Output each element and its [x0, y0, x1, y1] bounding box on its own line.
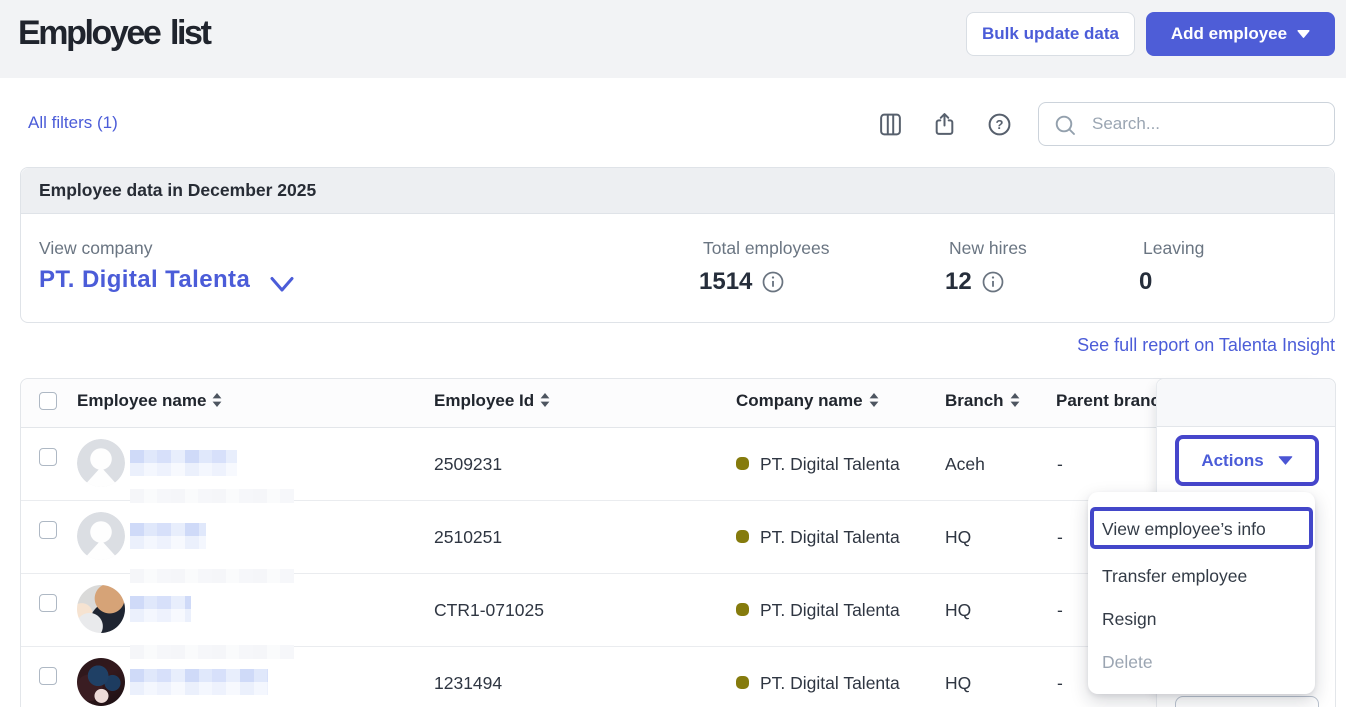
svg-text:?: ?	[996, 117, 1004, 132]
